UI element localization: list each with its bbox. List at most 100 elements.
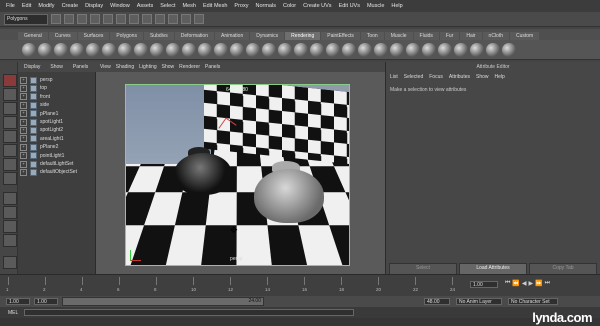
rotate-tool-icon[interactable] (3, 130, 17, 143)
shelf-tab-rendering[interactable]: Rendering (285, 32, 321, 40)
light-linking-icon[interactable] (438, 42, 452, 57)
current-frame-field[interactable]: 1.00 (470, 281, 498, 288)
new-scene-icon[interactable] (51, 14, 61, 24)
batch-render-icon[interactable] (358, 42, 372, 57)
area-light-icon[interactable] (310, 42, 324, 57)
shelf-tab-ncloth[interactable]: nCloth (482, 32, 509, 40)
dark-teapot[interactable] (174, 153, 232, 195)
manipulator-icon[interactable] (3, 158, 17, 171)
outliner-item[interactable]: + areaLight1 (20, 135, 64, 143)
menu-color[interactable]: Color (283, 3, 296, 9)
use-background-icon[interactable] (230, 42, 244, 57)
select-hierarchy-icon[interactable] (90, 14, 100, 24)
viewport-menu-view[interactable]: View (100, 64, 111, 70)
outliner-item[interactable]: + pPlane2 (20, 143, 58, 151)
volume-light-icon[interactable] (326, 42, 340, 57)
perspective-viewport[interactable]: 640 x 480 persp ✥ (125, 84, 350, 266)
start-time-field[interactable]: 1.00 (6, 298, 30, 305)
texture-icon[interactable] (470, 42, 484, 57)
step-forward-icon[interactable]: ⏩ (535, 280, 542, 289)
command-input[interactable] (24, 309, 355, 316)
shelf-tab-custom[interactable]: Custom (510, 32, 540, 40)
select-object-icon[interactable] (103, 14, 113, 24)
anisotropic-icon[interactable] (166, 42, 180, 57)
expand-icon[interactable]: + (20, 110, 27, 118)
light-teapot[interactable] (254, 169, 324, 223)
expand-icon[interactable]: + (20, 76, 27, 84)
ramp-icon[interactable] (198, 42, 212, 57)
shelf-tab-muscle[interactable]: Muscle (384, 32, 413, 40)
range-bar[interactable]: 24.00 (62, 297, 264, 306)
render-view-icon[interactable] (22, 42, 36, 57)
scale-tool-icon[interactable] (3, 144, 17, 157)
viewport-menu-panels[interactable]: Panels (205, 64, 220, 70)
layered-icon[interactable] (182, 42, 196, 57)
outliner-menu-display[interactable]: Display (24, 64, 40, 70)
layout-persp-outliner-icon[interactable] (3, 220, 17, 233)
render-layers-icon[interactable] (374, 42, 388, 57)
outliner-item[interactable]: + defaultLightSet (20, 160, 73, 168)
menu-edit[interactable]: Edit (22, 3, 31, 9)
camera-icon[interactable] (342, 42, 356, 57)
attr-menu-attributes[interactable]: Attributes (449, 74, 470, 80)
layout-single-icon[interactable] (3, 192, 17, 205)
shelf-tab-toon[interactable]: Toon (360, 32, 384, 40)
attr-menu-focus[interactable]: Focus (429, 74, 443, 80)
outliner-item[interactable]: + pPlane1 (20, 110, 58, 118)
shelf-tab-curves[interactable]: Curves (48, 32, 77, 40)
play-forward-icon[interactable]: ▶ (529, 280, 534, 289)
menu-display[interactable]: Display (85, 3, 103, 9)
outliner-item[interactable]: + front (20, 93, 50, 101)
layout-four-icon[interactable] (3, 206, 17, 219)
viewport-menu-renderer[interactable]: Renderer (179, 64, 200, 70)
lasso-tool-icon[interactable] (3, 88, 17, 101)
snap-point-icon[interactable] (155, 14, 165, 24)
render-settings-icon[interactable] (70, 42, 84, 57)
expand-icon[interactable]: + (20, 143, 27, 151)
viewport-menu-show[interactable]: Show (162, 64, 175, 70)
shelf-tab-painteffects[interactable]: PaintEffects (321, 32, 360, 40)
menu-muscle[interactable]: Muscle (367, 3, 384, 9)
ipr-icon[interactable] (54, 42, 68, 57)
time-slider[interactable]: 1.00 ⏮ ⏪ ◀ ▶ ⏩ ⏭ 1 2 4 6 8 10 12 14 16 18 20 22 24 (0, 274, 600, 296)
command-language-label[interactable]: MEL (8, 310, 18, 316)
hypershade-icon[interactable] (86, 42, 100, 57)
shelf-tab-general[interactable]: General (18, 32, 48, 40)
character-set-dropdown[interactable]: No Character Set (508, 298, 558, 305)
play-back-icon[interactable]: ◀ (522, 280, 527, 289)
viewport-menu-shading[interactable]: Shading (116, 64, 134, 70)
move-tool-icon[interactable] (3, 116, 17, 129)
menu-help[interactable]: Help (391, 3, 402, 9)
outliner-item[interactable]: + persp (20, 76, 53, 84)
snap-grid-icon[interactable] (129, 14, 139, 24)
outliner-menu-panels[interactable]: Panels (73, 64, 88, 70)
step-back-icon[interactable]: ⏪ (512, 280, 519, 289)
expand-icon[interactable]: + (20, 152, 27, 160)
attr-menu-show[interactable]: Show (476, 74, 489, 80)
menu-edit-uvs[interactable]: Edit UVs (339, 3, 360, 9)
menu-modify[interactable]: Modify (38, 3, 54, 9)
attr-menu-selected[interactable]: Selected (404, 74, 423, 80)
toon-icon[interactable] (406, 42, 420, 57)
shelf-tab-deformation[interactable]: Deformation (174, 32, 214, 40)
expand-icon[interactable]: + (20, 135, 27, 143)
menu-window[interactable]: Window (110, 3, 130, 9)
ambient-light-icon[interactable] (246, 42, 260, 57)
go-to-end-icon[interactable]: ⏭ (545, 280, 550, 289)
go-to-start-icon[interactable]: ⏮ (505, 280, 510, 289)
expand-icon[interactable]: + (20, 118, 27, 126)
expand-icon[interactable]: + (20, 101, 27, 109)
shelf-tab-dynamics[interactable]: Dynamics (250, 32, 285, 40)
menu-create[interactable]: Create (62, 3, 79, 9)
lambert-icon[interactable] (102, 42, 116, 57)
expand-icon[interactable]: + (20, 126, 27, 134)
menu-select[interactable]: Select (160, 3, 175, 9)
outliner-item[interactable]: + spotLight1 (20, 118, 63, 126)
menu-mesh[interactable]: Mesh (183, 3, 196, 9)
playback-start-field[interactable]: 1.00 (34, 298, 58, 305)
expand-icon[interactable]: + (20, 160, 27, 168)
menu-set-dropdown[interactable]: Polygons (4, 13, 48, 25)
paint-select-icon[interactable] (3, 102, 17, 115)
render-current-icon[interactable] (38, 42, 52, 57)
save-scene-icon[interactable] (77, 14, 87, 24)
